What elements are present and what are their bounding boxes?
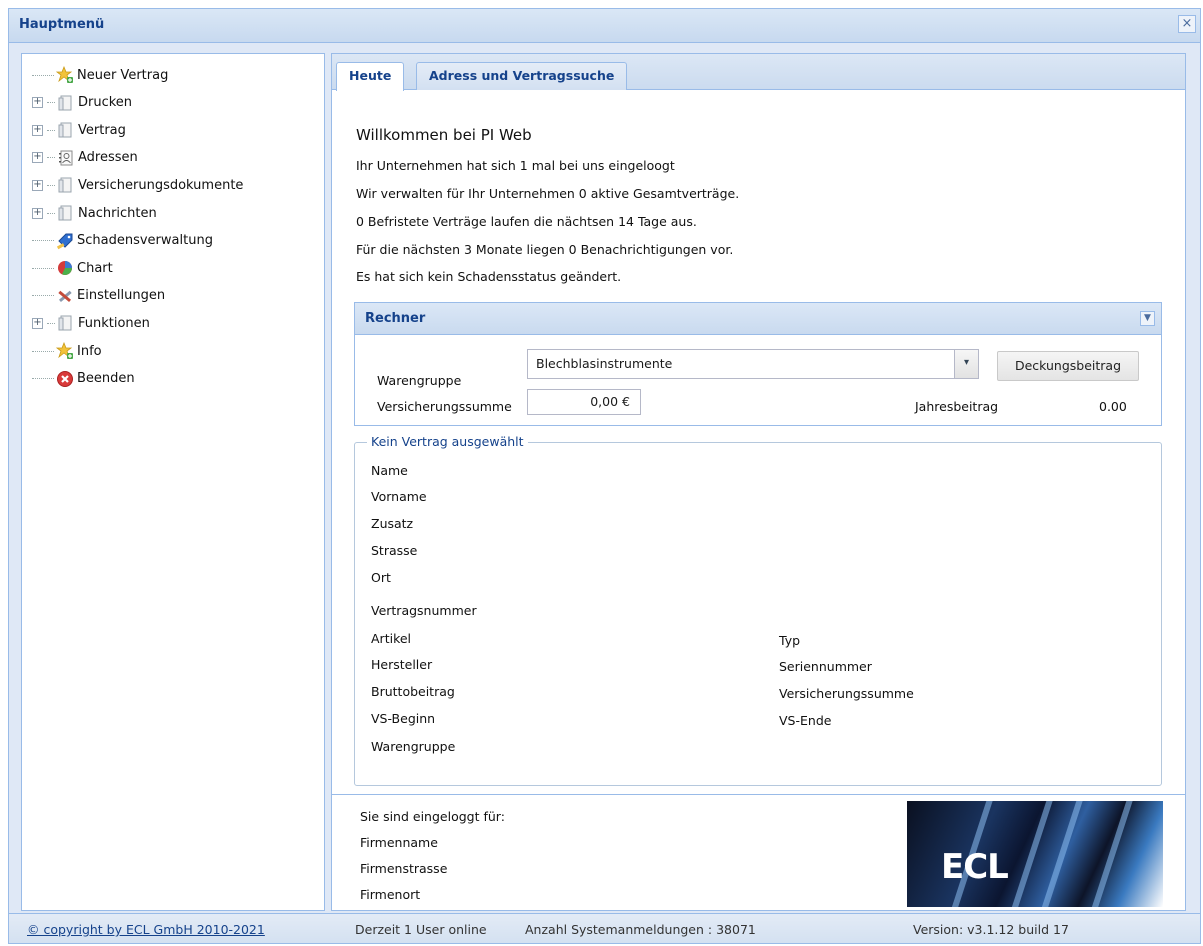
expand-icon[interactable]: + (32, 207, 43, 219)
users-online-text: Derzeit 1 User online (355, 922, 487, 937)
tab-adress-und-vertragssuche[interactable]: Adress und Vertragssuche (416, 62, 628, 90)
expand-icon[interactable]: + (32, 124, 43, 136)
sidebar-item-funktionen[interactable]: + Funktionen (32, 312, 150, 334)
chevron-down-icon[interactable]: ▾ (954, 350, 978, 378)
field-zusatz: Zusatz (371, 516, 414, 531)
rechner-panel: Rechner ▼ Warengruppe Blechblasinstrumen… (354, 302, 1162, 426)
sidebar-item-versicherungsdokumente[interactable]: + Versicherungsdokumente (32, 174, 243, 196)
sidebar-item-vertrag[interactable]: + Vertrag (32, 119, 126, 141)
vertrag-legend: Kein Vertrag ausgewählt (367, 434, 528, 449)
folder-icon (57, 94, 75, 112)
star-add-icon (55, 341, 74, 360)
sidebar-item-neuer-vertrag[interactable]: Neuer Vertrag (32, 64, 168, 86)
field-vs-ende: VS-Ende (779, 713, 832, 728)
sidebar-item-info[interactable]: Info (32, 340, 102, 362)
field-vs-beginn: VS-Beginn (371, 711, 436, 726)
sidebar-item-schadensverwaltung[interactable]: Schadensverwaltung (32, 230, 213, 252)
sidebar-item-label: Adressen (78, 150, 138, 166)
status-bar: © copyright by ECL GmbH 2010-2021 Derzei… (9, 913, 1200, 943)
field-versicherungssumme: Versicherungssumme (779, 686, 914, 701)
sidebar-item-einstellungen[interactable]: Einstellungen (32, 285, 165, 307)
sidebar-item-label: Funktionen (78, 315, 150, 331)
warengruppe-select[interactable]: Blechblasinstrumente ▾ (527, 349, 979, 379)
field-warengruppe: Warengruppe (371, 739, 456, 754)
collapse-icon[interactable]: ▼ (1140, 311, 1155, 326)
field-hersteller: Hersteller (371, 657, 433, 672)
info-line-logins: Ihr Unternehmen hat sich 1 mal bei uns e… (356, 158, 675, 173)
address-book-icon (57, 149, 75, 167)
tools-icon (56, 287, 74, 305)
info-line-expiring: 0 Befristete Verträge laufen die nächtse… (356, 214, 697, 229)
folder-icon (57, 176, 75, 194)
welcome-heading: Willkommen bei PI Web (356, 126, 532, 144)
versicherungssumme-label: Versicherungssumme (377, 399, 512, 414)
rechner-header: Rechner ▼ (355, 303, 1161, 335)
deckungsbeitrag-button[interactable]: Deckungsbeitrag (997, 351, 1139, 381)
copyright-link[interactable]: © copyright by ECL GmbH 2010-2021 (27, 922, 265, 937)
jahresbeitrag-label: Jahresbeitrag (915, 399, 999, 414)
tab-strip: Heute Adress und Vertragssuche (332, 54, 1185, 91)
sidebar-item-label: Vertrag (78, 122, 126, 138)
warengruppe-label: Warengruppe (377, 373, 462, 388)
login-info-panel: Sie sind eingeloggt für: Firmenname Firm… (331, 795, 1186, 911)
firmenstrasse-label: Firmenstrasse (360, 861, 448, 876)
expand-icon[interactable]: + (32, 179, 43, 191)
expand-icon[interactable]: + (32, 317, 43, 329)
field-artikel: Artikel (371, 631, 412, 646)
field-seriennummer: Seriennummer (779, 659, 872, 674)
tab-heute[interactable]: Heute (336, 62, 405, 91)
sidebar-item-label: Nachrichten (78, 205, 157, 221)
sidebar-item-chart[interactable]: Chart (32, 257, 113, 279)
logo-text: ECL (941, 847, 1009, 887)
login-info-heading: Sie sind eingeloggt für: (360, 809, 505, 824)
sidebar-item-label: Chart (77, 260, 113, 276)
jahresbeitrag-value: 0.00 (1099, 399, 1127, 414)
expand-icon[interactable]: + (32, 152, 43, 164)
vertrag-fieldset: Kein Vertrag ausgewählt Name Vorname Zus… (354, 434, 1162, 786)
sidebar-item-adressen[interactable]: + Adressen (32, 147, 138, 169)
main-menu-window: Hauptmenü × Neuer Vertrag + Drucken + Vertra… (8, 8, 1201, 944)
main-panel: Heute Adress und Vertragssuche Willkomme… (331, 53, 1186, 795)
close-icon[interactable]: × (1178, 15, 1196, 33)
sidebar-item-label: Versicherungsdokumente (78, 177, 244, 193)
sidebar-item-label: Info (77, 343, 102, 359)
tag-icon (56, 232, 74, 250)
info-line-claims: Es hat sich kein Schadensstatus geändert… (356, 269, 622, 284)
sidebar-item-drucken[interactable]: + Drucken (32, 92, 132, 114)
star-add-icon (55, 65, 74, 84)
sidebar-item-label: Neuer Vertrag (77, 67, 169, 83)
field-ort: Ort (371, 570, 391, 585)
field-typ: Typ (779, 633, 801, 648)
versicherungssumme-input[interactable]: 0,00 € (527, 389, 641, 415)
rechner-title: Rechner (365, 311, 426, 326)
folder-icon (57, 204, 75, 222)
firmenort-label: Firmenort (360, 887, 421, 902)
folder-icon (57, 121, 75, 139)
field-vorname: Vorname (371, 489, 427, 504)
sidebar-item-nachrichten[interactable]: + Nachrichten (32, 202, 157, 224)
sidebar-nav: Neuer Vertrag + Drucken + Vertrag + Adressen + V… (21, 53, 325, 911)
folder-icon (57, 314, 75, 332)
system-logins-text: Anzahl Systemanmeldungen : 38071 (525, 922, 756, 937)
pie-chart-icon (56, 259, 74, 277)
field-strasse: Strasse (371, 543, 418, 558)
info-line-notifications: Für die nächsten 3 Monate liegen 0 Benac… (356, 242, 734, 257)
expand-icon[interactable]: + (32, 97, 43, 109)
warengruppe-value: Blechblasinstrumente (536, 356, 673, 371)
sidebar-item-label: Einstellungen (77, 288, 166, 304)
field-vertragsnummer: Vertragsnummer (371, 603, 477, 618)
sidebar-item-beenden[interactable]: Beenden (32, 368, 135, 390)
window-title: Hauptmenü (19, 17, 105, 32)
sidebar-item-label: Schadensverwaltung (77, 233, 213, 249)
sidebar-item-label: Beenden (77, 371, 135, 387)
window-titlebar: Hauptmenü × (9, 9, 1200, 43)
version-text: Version: v3.1.12 build 17 (913, 922, 1069, 937)
exit-icon (56, 370, 74, 388)
field-bruttobeitrag: Bruttobeitrag (371, 684, 455, 699)
info-line-contracts: Wir verwalten für Ihr Unternehmen 0 akti… (356, 186, 740, 201)
sidebar-item-label: Drucken (78, 95, 133, 111)
field-name: Name (371, 463, 408, 478)
ecl-logo: ECL (907, 801, 1163, 907)
firmenname-label: Firmenname (360, 835, 438, 850)
